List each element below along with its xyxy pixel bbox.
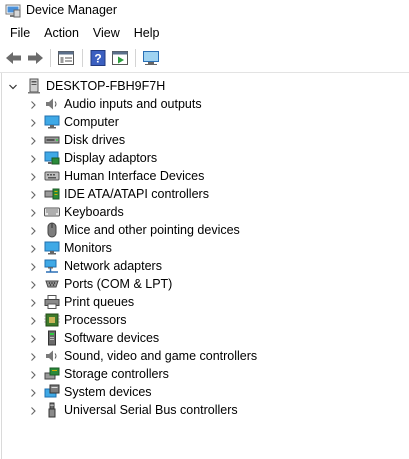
computer-tower-icon: [26, 78, 42, 94]
tree-item[interactable]: IDE ATA/ATAPI controllers: [2, 185, 402, 203]
chevron-right-icon[interactable]: [28, 171, 38, 181]
chevron-down-icon[interactable]: [8, 81, 18, 91]
tree-item[interactable]: System devices: [2, 383, 402, 401]
mouse-icon: [44, 222, 60, 238]
tree-item-label: Keyboards: [64, 205, 124, 219]
chevron-right-icon[interactable]: [28, 135, 38, 145]
chevron-right-icon[interactable]: [28, 351, 38, 361]
chevron-right-icon[interactable]: [28, 279, 38, 289]
tree-item-label: System devices: [64, 385, 152, 399]
tree-item[interactable]: Print queues: [2, 293, 402, 311]
tree-item[interactable]: Audio inputs and outputs: [2, 95, 402, 113]
toolbar-separator: [50, 49, 51, 67]
tree-item-label: IDE ATA/ATAPI controllers: [64, 187, 209, 201]
tree-item[interactable]: Software devices: [2, 329, 402, 347]
chevron-right-icon[interactable]: [28, 225, 38, 235]
tree-item-label: Print queues: [64, 295, 135, 309]
tree-item-label: Computer: [64, 115, 119, 129]
speaker-icon: [44, 96, 60, 112]
tree-item-label: Sound, video and game controllers: [64, 349, 258, 363]
tree-item-label: Network adapters: [64, 259, 162, 273]
tree-item[interactable]: Monitors: [2, 239, 402, 257]
tree-item-label: Universal Serial Bus controllers: [64, 403, 238, 417]
tree-item-label: Processors: [64, 313, 127, 327]
tree-item-label: Audio inputs and outputs: [64, 97, 202, 111]
chevron-right-icon[interactable]: [28, 261, 38, 271]
tree-item[interactable]: Network adapters: [2, 257, 402, 275]
toolbar-separator: [82, 49, 83, 67]
tree-item[interactable]: Keyboards: [2, 203, 402, 221]
tree-item-label: Ports (COM & LPT): [64, 277, 173, 291]
tree-item-label: Mice and other pointing devices: [64, 223, 240, 237]
window-title: Device Manager: [26, 3, 118, 17]
toolbar-separator: [135, 49, 136, 67]
network-icon: [44, 258, 60, 274]
tree-item[interactable]: Ports (COM & LPT): [2, 275, 402, 293]
monitor-icon: [44, 114, 60, 130]
tree-item[interactable]: Processors: [2, 311, 402, 329]
storage-controller-icon: [44, 366, 60, 382]
menu-help[interactable]: Help: [127, 22, 167, 44]
tree-item-label: Human Interface Devices: [64, 169, 205, 183]
chevron-right-icon[interactable]: [28, 243, 38, 253]
tree-item[interactable]: Mice and other pointing devices: [2, 221, 402, 239]
tree-item[interactable]: Computer: [2, 113, 402, 131]
processor-icon: [44, 312, 60, 328]
disk-drive-icon: [44, 132, 60, 148]
tree-item[interactable]: Disk drives: [2, 131, 402, 149]
tree-item-label: Display adaptors: [64, 151, 158, 165]
software-device-icon: [44, 330, 60, 346]
tree-item[interactable]: Display adaptors: [2, 149, 402, 167]
device-manager-app-icon: [5, 4, 21, 18]
properties-icon[interactable]: [57, 50, 75, 66]
menu-action[interactable]: Action: [37, 22, 86, 44]
port-icon: [44, 276, 60, 292]
monitor-icon: [44, 240, 60, 256]
device-tree[interactable]: DESKTOP-FBH9F7H Audio inputs and outputs…: [1, 73, 409, 459]
usb-icon: [44, 402, 60, 418]
tree-item-label: Software devices: [64, 331, 160, 345]
chevron-right-icon[interactable]: [28, 333, 38, 343]
chevron-right-icon[interactable]: [28, 117, 38, 127]
chevron-right-icon[interactable]: [28, 315, 38, 325]
toolbar: ?: [0, 44, 409, 73]
tree-item[interactable]: Universal Serial Bus controllers: [2, 401, 402, 419]
system-devices-icon: [44, 384, 60, 400]
forward-arrow-icon[interactable]: [26, 50, 44, 66]
tree-item[interactable]: Human Interface Devices: [2, 167, 402, 185]
printer-icon: [44, 294, 60, 310]
keyboard-icon: [44, 204, 60, 220]
chevron-right-icon[interactable]: [28, 189, 38, 199]
ide-controller-icon: [44, 186, 60, 202]
monitor-scan-icon[interactable]: [142, 50, 160, 66]
tree-root[interactable]: DESKTOP-FBH9F7H: [2, 77, 402, 95]
tree-root-label: DESKTOP-FBH9F7H: [46, 79, 166, 93]
help-icon[interactable]: ?: [89, 50, 107, 66]
tree-item-label: Disk drives: [64, 133, 126, 147]
speaker-icon: [44, 348, 60, 364]
tree-item[interactable]: Storage controllers: [2, 365, 402, 383]
chevron-right-icon[interactable]: [28, 153, 38, 163]
chevron-right-icon[interactable]: [28, 387, 38, 397]
svg-text:?: ?: [94, 52, 101, 66]
title-bar: Device Manager: [0, 0, 409, 22]
menu-view[interactable]: View: [86, 22, 127, 44]
menu-file[interactable]: File: [0, 22, 37, 44]
display-adapter-icon: [44, 150, 60, 166]
chevron-right-icon[interactable]: [28, 297, 38, 307]
tree-item-label: Storage controllers: [64, 367, 169, 381]
tree-item[interactable]: Sound, video and game controllers: [2, 347, 402, 365]
back-arrow-icon[interactable]: [5, 50, 23, 66]
menu-bar: File Action View Help: [0, 22, 409, 44]
chevron-right-icon[interactable]: [28, 369, 38, 379]
run-icon[interactable]: [111, 50, 129, 66]
tree-item-label: Monitors: [64, 241, 112, 255]
chevron-right-icon[interactable]: [28, 207, 38, 217]
chevron-right-icon[interactable]: [28, 99, 38, 109]
hid-icon: [44, 168, 60, 184]
chevron-right-icon[interactable]: [28, 405, 38, 415]
